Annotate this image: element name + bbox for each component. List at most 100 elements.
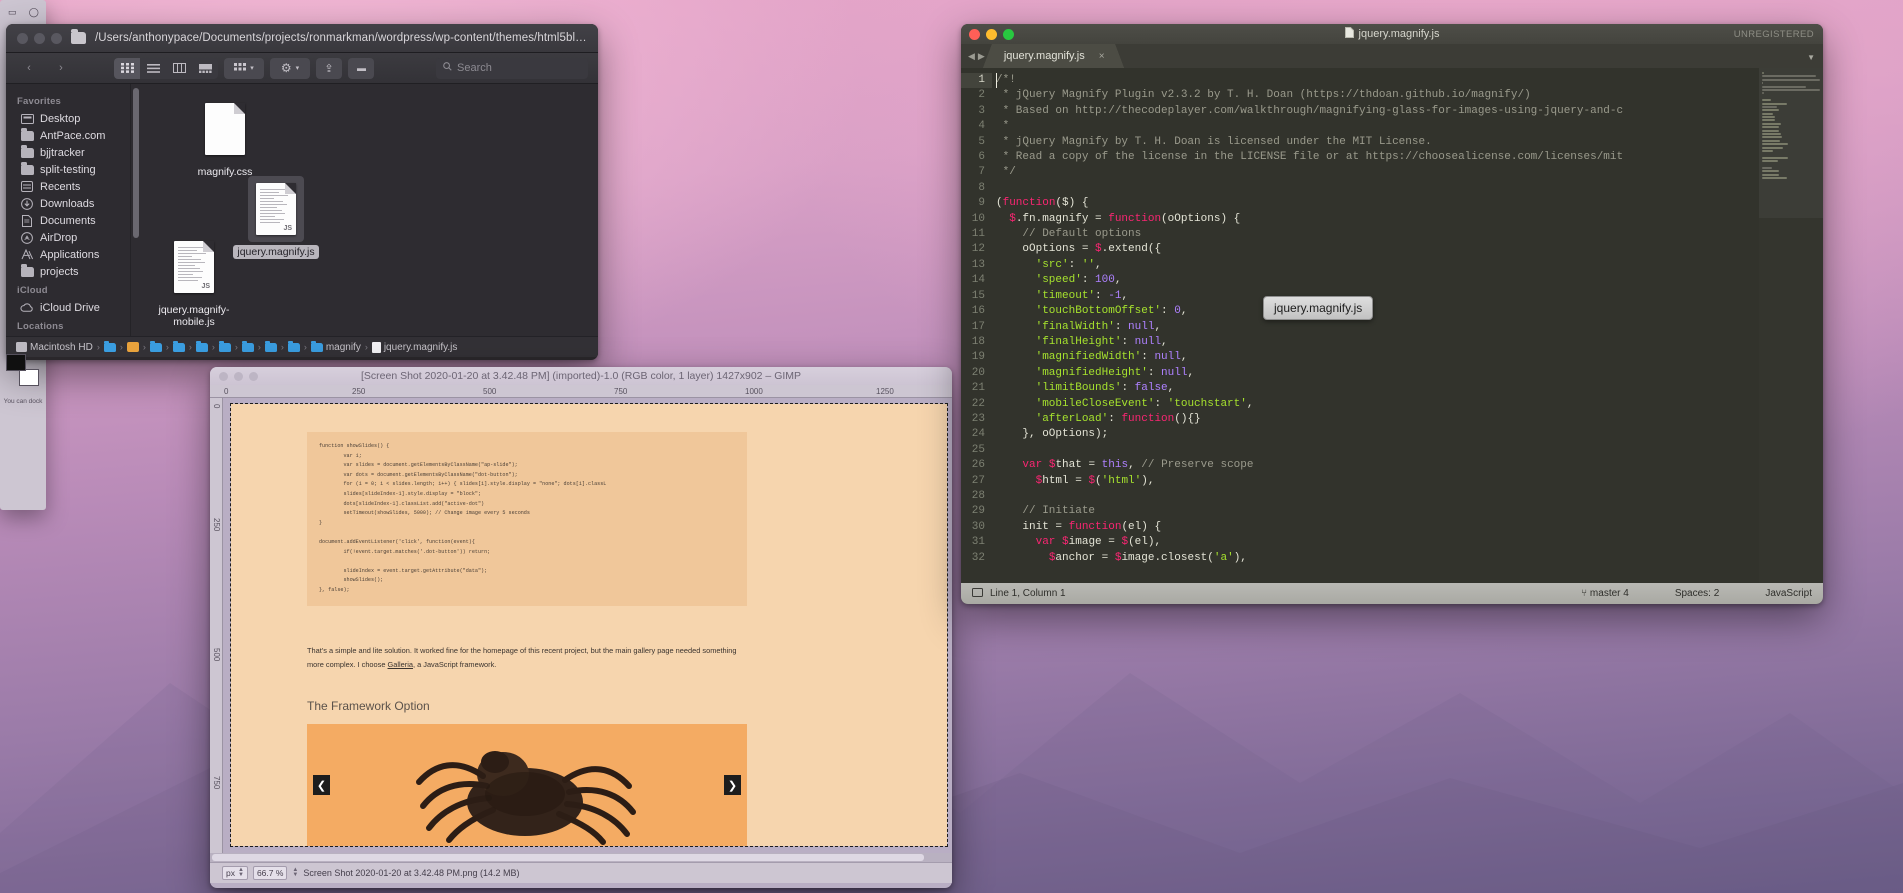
close-icon[interactable]: [17, 32, 28, 44]
view-mode-segmented-control[interactable]: [114, 57, 218, 79]
path-crumb-macintosh-hd[interactable]: Macintosh HD: [16, 342, 93, 353]
forward-button[interactable]: ›: [48, 58, 74, 79]
path-crumb-file[interactable]: jquery.magnify.js: [371, 341, 457, 353]
path-crumb-wordpress[interactable]: [218, 340, 231, 352]
gimp-canvas[interactable]: function showSlides() { var i; var slide…: [223, 398, 952, 853]
indent-setting[interactable]: Spaces: 2: [1675, 588, 1719, 599]
sidebar-item-icloud-drive[interactable]: iCloud Drive: [6, 299, 130, 316]
file-extension-badge: JS: [283, 225, 292, 232]
gimp-horizontal-scrollbar[interactable]: [210, 853, 952, 862]
group-by-button[interactable]: ▾: [224, 57, 264, 79]
sidebar-item-loom[interactable]: Loom 0.26.1: [6, 335, 130, 336]
sidebar-item-projects[interactable]: projects: [6, 263, 130, 280]
background-color-swatch[interactable]: [19, 369, 39, 386]
sidebar-item-airdrop[interactable]: AirDrop: [6, 229, 130, 246]
sublime-tab-bar[interactable]: ◀ ▶ jquery.magnify.js × ▼: [961, 44, 1823, 68]
folder-icon: [20, 264, 34, 278]
search-input[interactable]: Search: [457, 62, 492, 74]
line-number: 30: [971, 520, 985, 533]
color-swatches[interactable]: [4, 352, 42, 394]
tags-button[interactable]: ▬: [348, 57, 374, 79]
stepper-icon[interactable]: ▲ ▼: [238, 867, 244, 878]
file-item-magnify-css[interactable]: magnify.css: [177, 96, 273, 180]
path-crumb-documents[interactable]: [149, 340, 162, 352]
finder-path-bar[interactable]: Macintosh HD › › › › › › › › › › magnify…: [6, 336, 598, 357]
line-number: 18: [971, 335, 985, 348]
window-traffic-lights[interactable]: [17, 32, 62, 44]
share-button[interactable]: ⇪: [316, 57, 342, 79]
sidebar-item-bjjtracker[interactable]: bjjtracker: [6, 144, 130, 161]
finder-file-area[interactable]: magnify.css JS jquery.magnify.js JS jque…: [130, 84, 598, 336]
finder-sidebar[interactable]: Favorites Desktop AntPace.com bjjtracker…: [6, 84, 130, 336]
finder-toolbar[interactable]: ‹ › ▾ ⚙ ▾ ⇪ ▬ Search: [6, 53, 598, 84]
code-minimap[interactable]: [1759, 68, 1823, 583]
ellipse-select-icon[interactable]: ◯: [24, 3, 45, 21]
sidebar-item-recents[interactable]: Recents: [6, 178, 130, 195]
scrollbar-thumb[interactable]: [212, 854, 925, 861]
sublime-titlebar[interactable]: jquery.magnify.js UNREGISTERED: [961, 24, 1823, 44]
finder-titlebar[interactable]: /Users/anthonypace/Documents/projects/ro…: [6, 24, 598, 53]
finder-window[interactable]: /Users/anthonypace/Documents/projects/ro…: [6, 24, 598, 360]
sidebar-item-antpace[interactable]: AntPace.com: [6, 127, 130, 144]
sublime-status-bar[interactable]: Line 1, Column 1 ⑂ master 4 Spaces: 2 Ja…: [961, 583, 1823, 604]
zoom-selector[interactable]: 66.7 %: [252, 866, 288, 880]
code-area[interactable]: /*! * jQuery Magnify Plugin v2.3.2 by T.…: [992, 68, 1759, 583]
tab-prev-icon[interactable]: ◀: [968, 51, 975, 62]
list-view-button[interactable]: [140, 58, 166, 79]
zoom-stepper-icon[interactable]: ▲ ▼: [292, 867, 298, 878]
sidebar-item-split-testing[interactable]: split-testing: [6, 161, 130, 178]
tab-overflow-menu-icon[interactable]: ▼: [1807, 53, 1823, 68]
git-branch[interactable]: ⑂ master 4: [1581, 588, 1629, 599]
line-number: 14: [971, 274, 985, 287]
path-crumb-ronmarkman[interactable]: [195, 340, 208, 352]
sublime-editor[interactable]: 1 2 3 4 5 6 7 8 9 10 11 12 13 14 15 16 17 18 19 20 21 22 23 24 2…: [961, 68, 1823, 583]
icon-view-button[interactable]: [114, 57, 140, 79]
minimap-viewport[interactable]: [1759, 68, 1823, 218]
column-view-button[interactable]: [166, 58, 192, 79]
slider-next-button[interactable]: ❯: [724, 775, 741, 795]
console-icon[interactable]: [972, 587, 983, 600]
rect-select-icon[interactable]: ▭: [2, 3, 23, 21]
canvas-slideshow-image[interactable]: ❮ ❯: [307, 724, 747, 846]
minimize-icon[interactable]: [34, 32, 45, 44]
search-field[interactable]: Search: [436, 57, 588, 79]
sidebar-item-desktop[interactable]: Desktop: [6, 110, 130, 127]
foreground-color-swatch[interactable]: [6, 354, 26, 371]
blue-folder-icon: [103, 340, 116, 352]
file-item-jquery-magnify-mobile-js[interactable]: JS jquery.magnify-mobile.js: [146, 234, 242, 330]
path-crumb-html5blank[interactable]: [287, 340, 300, 352]
sidebar-item-label: split-testing: [40, 163, 96, 176]
slider-prev-button[interactable]: ❮: [313, 775, 330, 795]
path-crumb-home[interactable]: [126, 342, 139, 352]
gimp-image-layer[interactable]: function showSlides() { var i; var slide…: [230, 403, 948, 847]
path-crumb-users[interactable]: [103, 340, 116, 352]
sidebar-item-applications[interactable]: Applications: [6, 246, 130, 263]
line-number: 25: [971, 443, 985, 456]
back-button[interactable]: ‹: [16, 58, 42, 79]
actions-gear-button[interactable]: ⚙ ▾: [270, 57, 310, 79]
status-right-group: ⑂ master 4 Spaces: 2 JavaScript: [1581, 588, 1812, 599]
syntax-setting[interactable]: JavaScript: [1765, 588, 1812, 599]
paragraph-text-after-link: , a JavaScript framework.: [412, 659, 497, 669]
gallery-view-button[interactable]: [192, 58, 218, 79]
gimp-window[interactable]: [Screen Shot 2020-01-20 at 3.42.48 PM] (…: [210, 367, 952, 888]
finder-scrollbar[interactable]: [133, 88, 139, 238]
unit-selector[interactable]: px ▲ ▼: [222, 866, 248, 880]
path-crumb-projects[interactable]: [172, 340, 185, 352]
path-crumb-themes[interactable]: [264, 340, 277, 352]
gimp-status-bar[interactable]: px ▲ ▼ 66.7 % ▲ ▼ Screen Shot 2020-01-20 a…: [210, 862, 952, 883]
sublime-window[interactable]: jquery.magnify.js UNREGISTERED ◀ ▶ jquer…: [961, 24, 1823, 604]
file-item-jquery-magnify-js[interactable]: JS jquery.magnify.js: [228, 176, 324, 260]
gimp-titlebar[interactable]: [Screen Shot 2020-01-20 at 3.42.48 PM] (…: [210, 367, 952, 385]
sidebar-item-label: Downloads: [40, 197, 95, 210]
line-number: 7: [978, 166, 985, 179]
sidebar-item-documents[interactable]: Documents: [6, 212, 130, 229]
path-crumb-magnify[interactable]: magnify: [310, 340, 361, 353]
galleria-link[interactable]: Galleria: [388, 660, 413, 669]
sidebar-item-downloads[interactable]: Downloads: [6, 195, 130, 212]
path-crumb-wp-content[interactable]: [241, 340, 254, 352]
close-icon[interactable]: ×: [1099, 51, 1105, 62]
tab-jquery-magnify-js[interactable]: jquery.magnify.js ×: [982, 44, 1124, 68]
zoom-icon[interactable]: [51, 32, 62, 44]
line-number: 12: [971, 243, 985, 256]
